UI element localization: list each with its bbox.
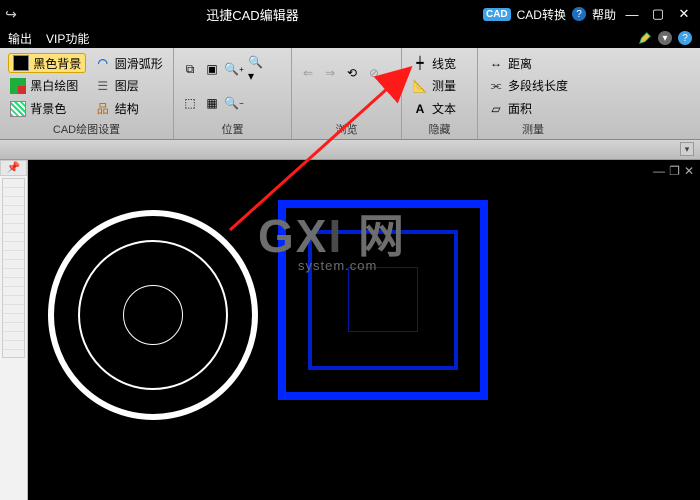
- ribbon-group-cad-settings: 黑色背景 黑白绘图 背景色 ◠ 圆滑弧形 ☰ 图层: [0, 48, 174, 139]
- maximize-button[interactable]: ▢: [648, 6, 668, 22]
- bw-draw-label: 黑白绘图: [30, 77, 78, 94]
- title-bar: ↪ 迅捷CAD编辑器 CAD CAD转换 ? 帮助 — ▢ ✕: [0, 0, 700, 28]
- fit-icon[interactable]: ▦: [204, 95, 220, 111]
- measure-button[interactable]: 📐 测量: [410, 76, 469, 96]
- help-icon: ?: [572, 7, 586, 21]
- canvas-restore-icon[interactable]: ❐: [669, 164, 680, 178]
- structure-icon: 品: [95, 101, 111, 117]
- area-icon: ▱: [488, 101, 504, 117]
- lineweight-icon: ┿: [412, 55, 428, 71]
- drawing-canvas[interactable]: — ❐ ✕ GXI 网 system.com: [28, 160, 700, 500]
- polyline-length-label: 多段线长度: [508, 77, 568, 94]
- redo-icon[interactable]: ↪: [0, 6, 22, 23]
- bw-draw-icon: [10, 78, 26, 94]
- pin-icon[interactable]: 📌: [0, 160, 27, 176]
- zoom-in-icon[interactable]: 🔍+: [226, 61, 242, 77]
- nav-back-icon[interactable]: ⇐: [300, 65, 316, 81]
- polyline-length-icon: ⫘: [488, 78, 504, 94]
- group-label-position: 位置: [182, 120, 283, 137]
- distance-icon: ↔: [488, 55, 504, 71]
- ribbon-group-position: ⧉ ▣ 🔍+ 🔍▾ ⬚ ▦ 🔍− 位置: [174, 48, 292, 139]
- text-button[interactable]: A 文本: [410, 99, 469, 119]
- nav-stop-icon[interactable]: ⊘: [366, 65, 382, 81]
- shape-square-inner[interactable]: [348, 267, 418, 332]
- ribbon: 黑色背景 黑白绘图 背景色 ◠ 圆滑弧形 ☰ 图层: [0, 48, 700, 140]
- app-title: 迅捷CAD编辑器: [22, 5, 483, 24]
- group-label-browse: 浏览: [300, 120, 393, 137]
- distance-label: 距离: [508, 55, 532, 72]
- text-icon: A: [412, 101, 428, 117]
- close-button[interactable]: ✕: [674, 6, 694, 22]
- zoom-out-icon[interactable]: 🔍−: [226, 95, 242, 111]
- distance-button[interactable]: ↔ 距离: [486, 53, 580, 73]
- bg-color-button[interactable]: 背景色: [8, 99, 86, 119]
- smooth-arc-button[interactable]: ◠ 圆滑弧形: [93, 53, 165, 73]
- layer-icon: ☰: [95, 78, 111, 94]
- ribbon-collapse-toggle[interactable]: ▾: [680, 142, 694, 156]
- cad-badge-icon: CAD: [483, 8, 511, 21]
- smooth-arc-icon: ◠: [95, 55, 111, 71]
- help-button[interactable]: 帮助: [592, 6, 616, 23]
- vertical-ruler: [2, 178, 25, 358]
- group-label-measure: 测量: [486, 120, 580, 137]
- structure-button[interactable]: 品 结构: [93, 99, 165, 119]
- lineweight-label: 线宽: [432, 55, 456, 72]
- group-label-cad-settings: CAD绘图设置: [8, 120, 165, 137]
- area-button[interactable]: ▱ 面积: [486, 99, 580, 119]
- menu-vip[interactable]: VIP功能: [46, 30, 89, 47]
- menu-output[interactable]: 输出: [8, 30, 32, 47]
- ribbon-group-browse: ⇐ ⇒ ⟲ ⊘ 浏览: [292, 48, 402, 139]
- structure-label: 结构: [115, 100, 139, 117]
- nav-forward-icon[interactable]: ⇒: [322, 65, 338, 81]
- black-bg-icon: [13, 55, 29, 71]
- polyline-length-button[interactable]: ⫘ 多段线长度: [486, 76, 580, 96]
- bg-color-label: 背景色: [30, 100, 66, 117]
- workspace: 📌 — ❐ ✕ GXI 网 system.com: [0, 160, 700, 500]
- lineweight-button[interactable]: ┿ 线宽: [410, 53, 469, 73]
- zoom-window-icon[interactable]: ⧉: [182, 61, 198, 77]
- bg-color-icon: [10, 101, 26, 117]
- edit-pen-icon[interactable]: [638, 31, 652, 45]
- layer-label: 图层: [115, 77, 139, 94]
- measure-label: 测量: [432, 77, 456, 94]
- layer-button[interactable]: ☰ 图层: [93, 76, 165, 96]
- smooth-arc-label: 圆滑弧形: [115, 55, 163, 72]
- group-label-hide: 隐藏: [410, 120, 469, 137]
- zoom-dropdown-icon[interactable]: 🔍▾: [248, 61, 264, 77]
- shape-circle-inner[interactable]: [123, 285, 183, 345]
- nav-refresh-icon[interactable]: ⟲: [344, 65, 360, 81]
- bw-draw-button[interactable]: 黑白绘图: [8, 76, 86, 96]
- measure-icon: 📐: [412, 78, 428, 94]
- zoom-extents-icon[interactable]: ▣: [204, 61, 220, 77]
- pan-icon[interactable]: ⬚: [182, 95, 198, 111]
- area-label: 面积: [508, 100, 532, 117]
- black-bg-button[interactable]: 黑色背景: [8, 53, 86, 73]
- left-panel: 📌: [0, 160, 28, 500]
- tool-dot-1[interactable]: ▾: [658, 31, 672, 45]
- menu-bar: 输出 VIP功能 ▾ ?: [0, 28, 700, 48]
- cad-convert-button[interactable]: CAD转换: [517, 6, 566, 23]
- text-label: 文本: [432, 100, 456, 117]
- ribbon-group-hide: ┿ 线宽 📐 测量 A 文本 隐藏: [402, 48, 478, 139]
- minimize-button[interactable]: —: [622, 7, 642, 22]
- ribbon-footer-strip: ▾: [0, 140, 700, 160]
- canvas-close-icon[interactable]: ✕: [684, 164, 694, 178]
- ribbon-group-measure: ↔ 距离 ⫘ 多段线长度 ▱ 面积 测量: [478, 48, 588, 139]
- black-bg-label: 黑色背景: [33, 55, 81, 72]
- tool-help-icon[interactable]: ?: [678, 31, 692, 45]
- canvas-minimize-icon[interactable]: —: [653, 164, 665, 178]
